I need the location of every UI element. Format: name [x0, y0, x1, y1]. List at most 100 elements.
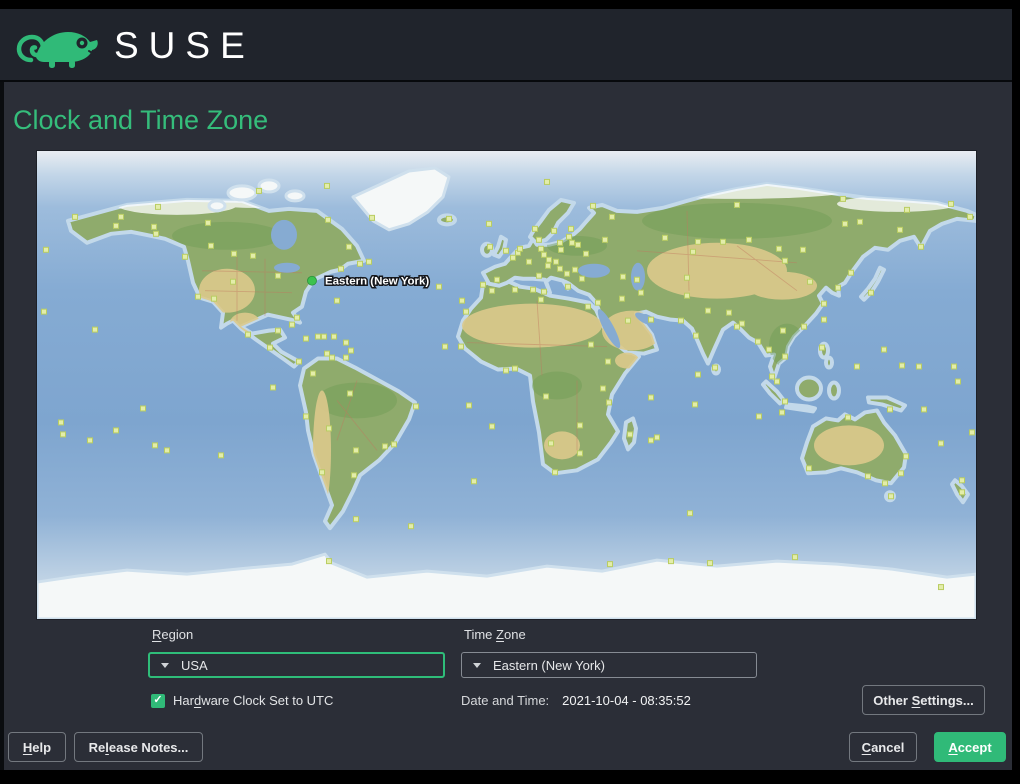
tz-marker[interactable]: [628, 432, 633, 437]
tz-marker[interactable]: [559, 247, 564, 252]
tz-marker[interactable]: [968, 214, 973, 219]
tz-marker[interactable]: [544, 394, 549, 399]
tz-marker[interactable]: [219, 453, 224, 458]
tz-marker[interactable]: [883, 481, 888, 486]
tz-marker[interactable]: [780, 410, 785, 415]
tz-marker[interactable]: [691, 249, 696, 254]
tz-marker[interactable]: [783, 399, 788, 404]
tz-marker[interactable]: [354, 517, 359, 522]
tz-marker[interactable]: [807, 466, 812, 471]
tz-marker[interactable]: [504, 248, 509, 253]
tz-marker[interactable]: [655, 435, 660, 440]
tz-marker[interactable]: [335, 298, 340, 303]
tz-marker[interactable]: [545, 179, 550, 184]
tz-marker[interactable]: [549, 441, 554, 446]
tz-marker[interactable]: [846, 415, 851, 420]
tz-marker[interactable]: [735, 324, 740, 329]
tz-marker[interactable]: [414, 404, 419, 409]
tz-marker[interactable]: [547, 257, 552, 262]
tz-marker[interactable]: [327, 426, 332, 431]
tz-marker[interactable]: [905, 207, 910, 212]
tz-marker[interactable]: [257, 188, 262, 193]
tz-marker[interactable]: [601, 386, 606, 391]
tz-marker[interactable]: [898, 227, 903, 232]
tz-marker[interactable]: [552, 228, 557, 233]
tz-marker[interactable]: [919, 244, 924, 249]
tz-marker[interactable]: [322, 334, 327, 339]
tz-marker[interactable]: [114, 223, 119, 228]
tz-marker[interactable]: [635, 277, 640, 282]
tz-marker[interactable]: [325, 351, 330, 356]
tz-marker[interactable]: [801, 247, 806, 252]
tz-marker[interactable]: [276, 328, 281, 333]
tz-marker[interactable]: [295, 315, 300, 320]
timezone-map[interactable]: Eastern (New York): [37, 151, 976, 619]
tz-marker[interactable]: [608, 562, 613, 567]
tz-marker[interactable]: [922, 407, 927, 412]
tz-marker[interactable]: [889, 494, 894, 499]
tz-marker[interactable]: [330, 355, 335, 360]
tz-marker[interactable]: [939, 585, 944, 590]
tz-marker[interactable]: [900, 363, 905, 368]
tz-marker[interactable]: [349, 348, 354, 353]
tz-marker[interactable]: [836, 285, 841, 290]
tz-marker[interactable]: [960, 478, 965, 483]
tz-marker[interactable]: [721, 239, 726, 244]
tz-marker[interactable]: [626, 318, 631, 323]
tz-marker[interactable]: [165, 448, 170, 453]
tz-marker[interactable]: [775, 379, 780, 384]
tz-marker[interactable]: [603, 237, 608, 242]
tz-marker[interactable]: [504, 368, 509, 373]
tz-marker[interactable]: [841, 196, 846, 201]
tz-marker[interactable]: [119, 214, 124, 219]
tz-marker[interactable]: [114, 428, 119, 433]
tz-marker[interactable]: [271, 385, 276, 390]
help-button[interactable]: Help: [8, 732, 66, 762]
tz-marker[interactable]: [688, 511, 693, 516]
tz-marker[interactable]: [573, 267, 578, 272]
tz-marker[interactable]: [472, 479, 477, 484]
tz-marker[interactable]: [495, 277, 500, 282]
tz-marker[interactable]: [153, 443, 158, 448]
tz-marker[interactable]: [467, 403, 472, 408]
tz-marker[interactable]: [326, 217, 331, 222]
tz-marker[interactable]: [246, 332, 251, 337]
tz-marker[interactable]: [73, 214, 78, 219]
tz-marker[interactable]: [693, 402, 698, 407]
tz-marker[interactable]: [352, 473, 357, 478]
tz-marker[interactable]: [558, 266, 563, 271]
tz-marker[interactable]: [843, 221, 848, 226]
tz-marker[interactable]: [268, 345, 273, 350]
tz-marker[interactable]: [344, 340, 349, 345]
tz-marker[interactable]: [490, 288, 495, 293]
hw-clock-checkbox[interactable]: ✓: [151, 694, 165, 708]
tz-marker[interactable]: [196, 294, 201, 299]
tz-marker[interactable]: [88, 438, 93, 443]
tz-marker[interactable]: [669, 559, 674, 564]
tz-marker[interactable]: [409, 524, 414, 529]
tz-marker[interactable]: [694, 333, 699, 338]
tz-marker[interactable]: [542, 252, 547, 257]
tz-marker[interactable]: [383, 444, 388, 449]
tz-marker[interactable]: [649, 317, 654, 322]
tz-marker[interactable]: [767, 347, 772, 352]
tz-marker[interactable]: [332, 334, 337, 339]
tz-marker[interactable]: [596, 300, 601, 305]
tz-marker[interactable]: [706, 308, 711, 313]
accept-button[interactable]: Accept: [934, 732, 1006, 762]
tz-marker[interactable]: [939, 441, 944, 446]
tz-marker[interactable]: [685, 275, 690, 280]
tz-marker[interactable]: [487, 221, 492, 226]
tz-marker[interactable]: [537, 273, 542, 278]
tz-marker[interactable]: [156, 204, 161, 209]
tz-marker[interactable]: [679, 318, 684, 323]
tz-marker[interactable]: [209, 243, 214, 248]
tz-marker[interactable]: [464, 309, 469, 314]
tz-marker[interactable]: [531, 287, 536, 292]
tz-marker[interactable]: [152, 224, 157, 229]
tz-marker[interactable]: [513, 366, 518, 371]
tz-marker[interactable]: [610, 214, 615, 219]
tz-marker[interactable]: [567, 234, 572, 239]
tz-marker[interactable]: [533, 226, 538, 231]
tz-marker[interactable]: [212, 296, 217, 301]
